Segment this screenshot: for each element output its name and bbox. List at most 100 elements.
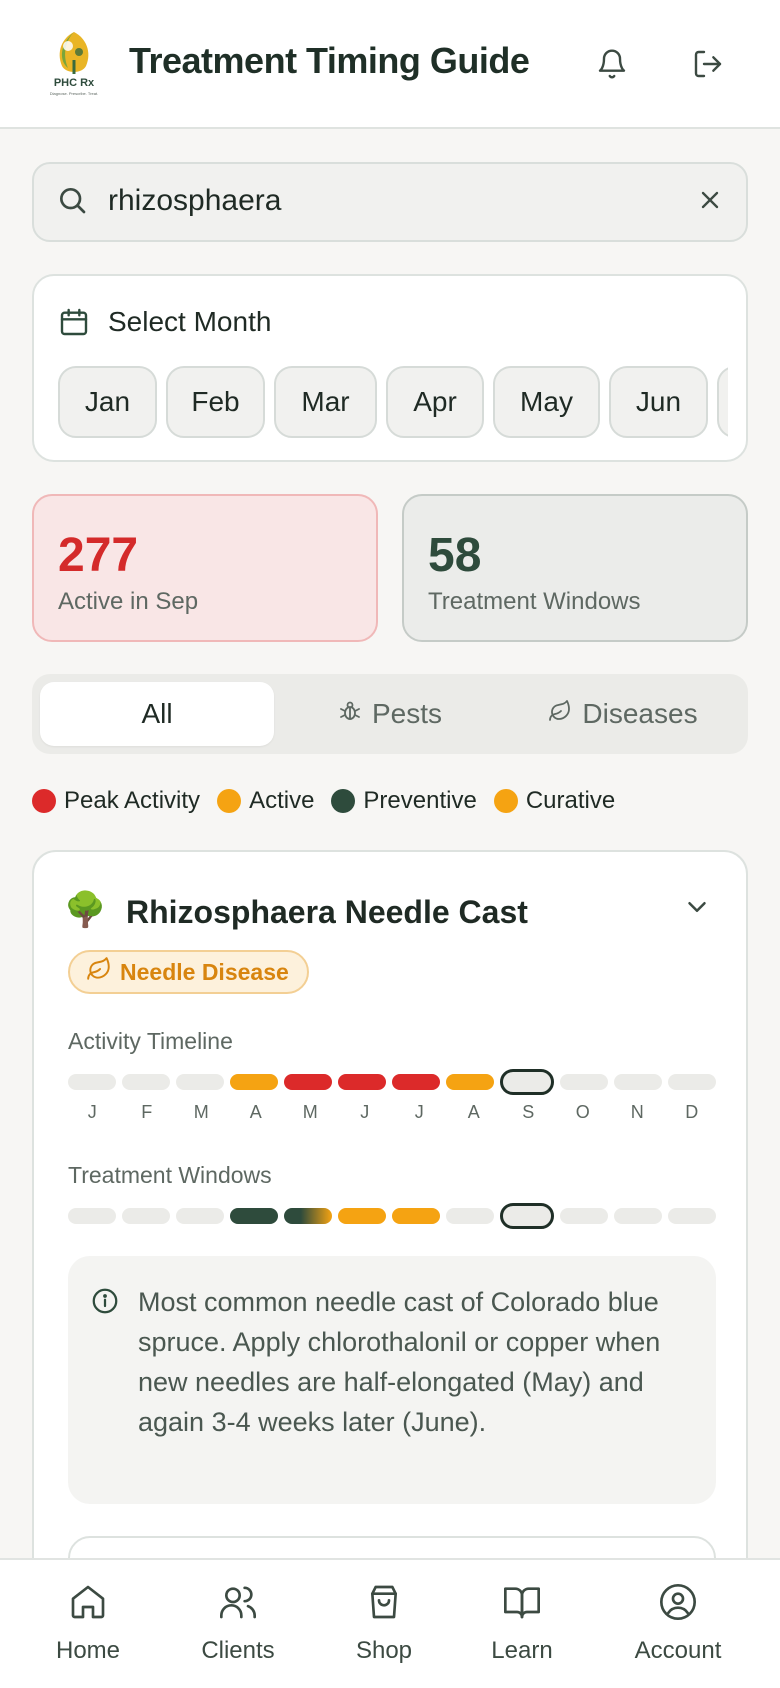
treatment-segment-J-0 bbox=[68, 1208, 116, 1224]
search-field[interactable]: rhizosphaera bbox=[32, 162, 748, 242]
book-icon bbox=[502, 1582, 542, 1627]
leaf-icon bbox=[86, 956, 112, 988]
nav-learn[interactable]: Learn bbox=[452, 1582, 592, 1665]
chevron-down-icon[interactable] bbox=[682, 892, 712, 927]
page-title: Treatment Timing Guide bbox=[129, 40, 530, 81]
activity-segment-D-11 bbox=[668, 1074, 716, 1090]
active-label: Active in Sep bbox=[58, 588, 199, 615]
treatment-segment-F-1 bbox=[122, 1208, 170, 1224]
calendar-icon bbox=[58, 306, 90, 343]
month-letter: A bbox=[467, 1102, 480, 1122]
nav-shop[interactable]: Shop bbox=[314, 1582, 454, 1665]
logo-text: PHC Rx bbox=[54, 77, 95, 89]
windows-label: Treatment Windows bbox=[428, 588, 641, 615]
activity-segment-O-9 bbox=[560, 1074, 608, 1090]
windows-count: 58 bbox=[428, 529, 482, 582]
treatment-segment-N-10 bbox=[614, 1208, 662, 1224]
activity-segment-A-3 bbox=[230, 1074, 278, 1090]
month-button-jan[interactable]: Jan bbox=[58, 366, 157, 438]
bell-icon[interactable] bbox=[592, 44, 632, 84]
windows-stat-card: 58 Treatment Windows bbox=[402, 494, 748, 642]
month-letter: F bbox=[141, 1102, 153, 1122]
month-letter: S bbox=[522, 1102, 535, 1122]
activity-month-letters: JFMAMJJASOND bbox=[68, 1102, 716, 1123]
clear-search-icon[interactable] bbox=[696, 186, 724, 219]
nav-shop-label: Shop bbox=[355, 1637, 413, 1664]
search-input-value[interactable]: rhizosphaera bbox=[108, 184, 281, 218]
treatment-segment-M-4 bbox=[284, 1208, 332, 1224]
activity-timeline-bar bbox=[68, 1069, 716, 1095]
activity-segment-J-5 bbox=[338, 1074, 386, 1090]
nav-home[interactable]: Home bbox=[18, 1582, 158, 1665]
activity-segment-S-8 bbox=[500, 1069, 554, 1095]
disease-name: Rhizosphaera Needle Cast bbox=[126, 894, 528, 930]
month-button-may[interactable]: May bbox=[493, 366, 600, 438]
month-button-apr[interactable]: Apr bbox=[386, 366, 484, 438]
legend-label: Peak Activity bbox=[64, 787, 201, 814]
bug-icon bbox=[338, 698, 362, 730]
activity-segment-N-10 bbox=[614, 1074, 662, 1090]
legend-item-preventive: Preventive bbox=[331, 787, 477, 815]
month-letter: N bbox=[630, 1102, 644, 1122]
logout-icon[interactable] bbox=[688, 44, 728, 84]
treatment-segment-A-3 bbox=[230, 1208, 278, 1224]
legend-item-curative: Curative bbox=[493, 787, 616, 815]
nav-clients[interactable]: Clients bbox=[168, 1582, 308, 1665]
month-letter: J bbox=[360, 1102, 370, 1122]
legend: Peak Activity Active Preventive Curative bbox=[32, 787, 632, 815]
month-button-mar[interactable]: Mar bbox=[274, 366, 377, 438]
month-letter: O bbox=[575, 1102, 590, 1122]
activity-segment-J-0 bbox=[68, 1074, 116, 1090]
month-button-partial[interactable] bbox=[717, 366, 728, 438]
tab-all[interactable]: All bbox=[40, 682, 274, 746]
activity-segment-A-7 bbox=[446, 1074, 494, 1090]
nav-home-label: Home bbox=[55, 1637, 121, 1664]
info-icon bbox=[90, 1286, 120, 1321]
activity-segment-M-2 bbox=[176, 1074, 224, 1090]
legend-item-peak: Peak Activity bbox=[32, 787, 200, 815]
month-selector-title: Select Month bbox=[108, 306, 272, 337]
nav-account-label: Account bbox=[634, 1637, 722, 1664]
tab-diseases[interactable]: Diseases bbox=[506, 682, 740, 746]
month-button-feb[interactable]: Feb bbox=[166, 366, 265, 438]
month-letter: A bbox=[249, 1102, 262, 1122]
tab-diseases-label: Diseases bbox=[582, 698, 698, 729]
month-button-jun[interactable]: Jun bbox=[609, 366, 708, 438]
active-stat-card: 277 Active in Sep bbox=[32, 494, 378, 642]
legend-dot bbox=[493, 789, 518, 813]
legend-dot bbox=[32, 789, 56, 813]
activity-segment-J-6 bbox=[392, 1074, 440, 1090]
legend-label: Active bbox=[249, 787, 315, 814]
category-badge: Needle Disease bbox=[68, 950, 309, 994]
treatment-segment-O-9 bbox=[560, 1208, 608, 1224]
note-text: Most common needle cast of Colorado blue… bbox=[138, 1287, 661, 1437]
activity-segment-M-4 bbox=[284, 1074, 332, 1090]
legend-label: Preventive bbox=[363, 787, 477, 814]
phc-rx-logo: PHC Rx Diagnose. Prescribe. Treat. bbox=[46, 30, 102, 98]
tab-pests-label: Pests bbox=[371, 698, 443, 729]
tab-pests[interactable]: Pests bbox=[273, 682, 507, 746]
account-icon bbox=[658, 1582, 698, 1627]
category-tabs: All Pests Diseases bbox=[32, 674, 748, 754]
month-list: Jan Feb Mar Apr May Jun bbox=[58, 366, 728, 438]
month-letter: J bbox=[87, 1102, 97, 1122]
nav-learn-label: Learn bbox=[491, 1637, 553, 1664]
month-letter: J bbox=[414, 1102, 424, 1122]
month-selector: Select Month Jan Feb Mar Apr May Jun bbox=[32, 274, 748, 462]
legend-label: Curative bbox=[525, 787, 616, 814]
app-header: PHC Rx Diagnose. Prescribe. Treat. Treat… bbox=[0, 0, 780, 129]
month-letter: M bbox=[193, 1102, 209, 1122]
home-icon bbox=[68, 1582, 108, 1627]
badge-label: Needle Disease bbox=[120, 958, 289, 985]
shopping-bag-icon bbox=[364, 1582, 404, 1627]
search-icon bbox=[56, 184, 88, 221]
treatment-windows-bar bbox=[68, 1203, 716, 1229]
treatment-segment-A-7 bbox=[446, 1208, 494, 1224]
activity-timeline-label: Activity Timeline bbox=[68, 1028, 233, 1054]
legend-dot bbox=[217, 789, 242, 813]
treatment-windows-label: Treatment Windows bbox=[68, 1162, 272, 1188]
legend-dot bbox=[331, 789, 356, 813]
treatment-segment-D-11 bbox=[668, 1208, 716, 1224]
nav-account[interactable]: Account bbox=[608, 1582, 748, 1665]
treatment-segment-S-8 bbox=[500, 1203, 554, 1229]
